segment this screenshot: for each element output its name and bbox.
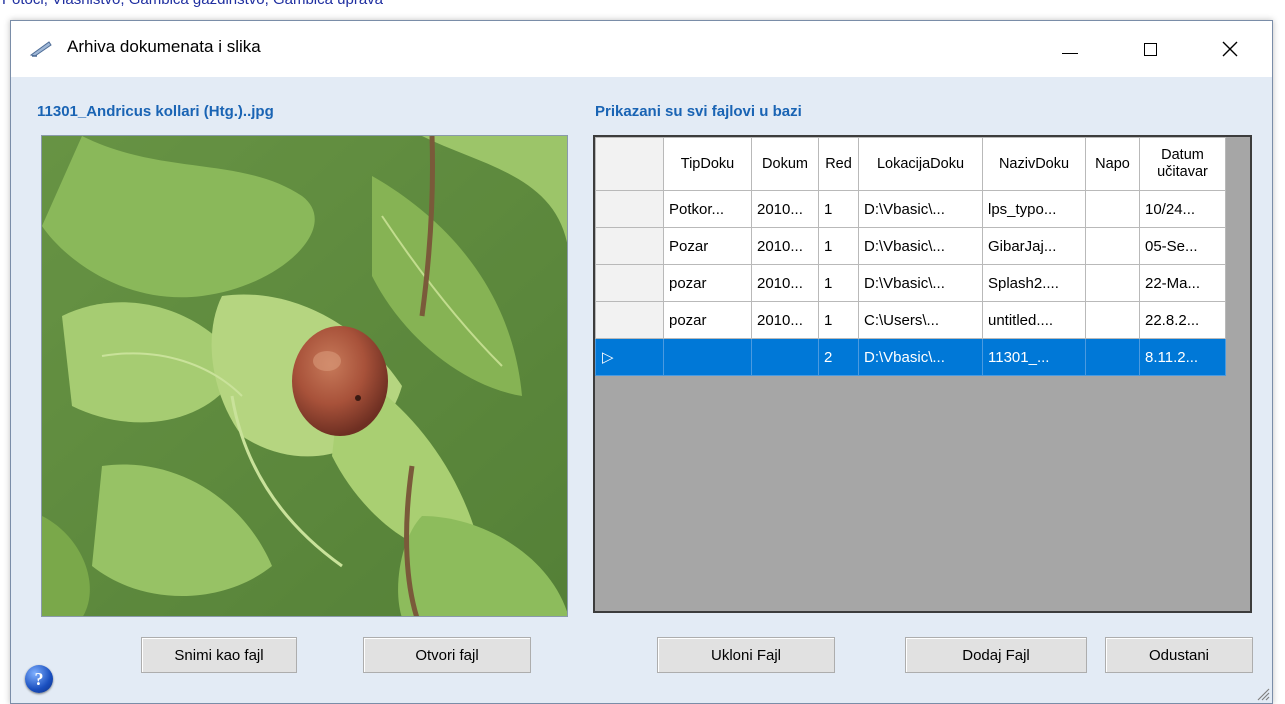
table-cell[interactable]: GibarJaj... [982,227,1086,265]
row-header[interactable] [595,190,664,228]
table-cell[interactable]: 2010... [751,227,819,265]
close-icon [1222,41,1238,57]
row-header-corner[interactable] [595,137,664,191]
table-cell[interactable] [1085,264,1140,302]
table-cell[interactable]: D:\Vbasic\... [858,190,983,228]
cancel-button[interactable]: Odustani [1105,637,1253,673]
app-quill-icon [29,41,52,57]
column-header[interactable]: TipDoku [663,137,752,191]
background-menu-text: Potoci, Vlasništvo, Gambica gazdinstvo, … [2,0,383,8]
table-cell[interactable]: C:\Users\... [858,301,983,339]
table-cell[interactable]: Potkor... [663,190,752,228]
table-row[interactable]: pozar 2010... 1 D:\Vbasic\... Splash2.... 22-… [595,264,1226,302]
table-row[interactable]: pozar 2010... 1 C:\Users\... untitled.... 22.… [595,301,1226,339]
table-cell[interactable]: 8.11.2... [1139,338,1226,376]
help-icon[interactable]: ? [25,665,53,693]
grid-header-row: TipDoku Dokum Red LokacijaDoku NazivDoku… [595,137,1226,191]
table-cell[interactable]: 1 [818,301,859,339]
table-cell[interactable]: pozar [663,301,752,339]
table-row[interactable]: Pozar 2010... 1 D:\Vbasic\... GibarJaj... 05-… [595,227,1226,265]
table-cell[interactable]: untitled.... [982,301,1086,339]
add-file-button[interactable]: Dodaj Fajl [905,637,1087,673]
table-cell[interactable] [751,338,819,376]
table-row[interactable]: ▷ 2 D:\Vbasic\... 11301_... 8.11.2... [595,338,1226,376]
files-data-grid[interactable]: TipDoku Dokum Red LokacijaDoku NazivDoku… [593,135,1252,613]
table-cell[interactable]: 1 [818,264,859,302]
files-table: TipDoku Dokum Red LokacijaDoku NazivDoku… [595,137,1226,376]
minimize-icon [1062,52,1078,54]
table-cell[interactable]: 2010... [751,264,819,302]
background-window-strip: Potoci, Vlasništvo, Gambica gazdinstvo, … [0,0,1285,20]
file-name-label: 11301_Andricus kollari (Htg.)..jpg [37,103,274,120]
table-cell[interactable]: pozar [663,264,752,302]
table-cell[interactable] [1085,227,1140,265]
open-file-button[interactable]: Otvori fajl [363,637,531,673]
table-cell[interactable]: 11301_... [982,338,1086,376]
table-row[interactable]: Potkor... 2010... 1 D:\Vbasic\... lps_typo..… [595,190,1226,228]
row-header[interactable] [595,301,664,339]
row-header[interactable]: ▷ [595,338,664,376]
table-cell[interactable]: D:\Vbasic\... [858,264,983,302]
table-cell[interactable]: 10/24... [1139,190,1226,228]
column-header[interactable]: NazivDoku [982,137,1086,191]
table-cell[interactable]: 2 [818,338,859,376]
table-cell[interactable]: Pozar [663,227,752,265]
oak-gall-photo [42,136,567,616]
close-button[interactable] [1201,21,1259,77]
table-cell[interactable]: 1 [818,190,859,228]
archive-dialog: Arhiva dokumenata i slika 11301_Andricus… [10,20,1273,704]
image-preview [41,135,568,617]
table-cell[interactable] [1085,338,1140,376]
minimize-button[interactable] [1041,21,1099,77]
column-header[interactable]: Red [818,137,859,191]
save-as-file-button[interactable]: Snimi kao fajl [141,637,297,673]
table-cell[interactable] [1085,301,1140,339]
remove-file-button[interactable]: Ukloni Fajl [657,637,835,673]
column-header[interactable]: Dokum [751,137,819,191]
column-header[interactable]: Datum učitavar [1139,137,1226,191]
table-cell[interactable]: D:\Vbasic\... [858,338,983,376]
table-cell[interactable]: Splash2.... [982,264,1086,302]
row-header[interactable] [595,227,664,265]
title-bar[interactable]: Arhiva dokumenata i slika [11,21,1272,77]
table-cell[interactable]: D:\Vbasic\... [858,227,983,265]
table-cell[interactable]: 22-Ma... [1139,264,1226,302]
table-cell[interactable] [663,338,752,376]
table-cell[interactable] [1085,190,1140,228]
table-cell[interactable]: 2010... [751,190,819,228]
maximize-button[interactable] [1121,21,1179,77]
window-title: Arhiva dokumenata i slika [67,37,261,56]
row-header[interactable] [595,264,664,302]
maximize-icon [1143,42,1157,56]
table-cell[interactable]: 22.8.2... [1139,301,1226,339]
resize-grip-icon[interactable] [1254,685,1270,701]
grid-status-label: Prikazani su svi fajlovi u bazi [595,103,802,120]
table-cell[interactable]: lps_typo... [982,190,1086,228]
table-cell[interactable]: 2010... [751,301,819,339]
column-header[interactable]: Napo [1085,137,1140,191]
table-cell[interactable]: 05-Se... [1139,227,1226,265]
table-cell[interactable]: 1 [818,227,859,265]
column-header[interactable]: LokacijaDoku [858,137,983,191]
